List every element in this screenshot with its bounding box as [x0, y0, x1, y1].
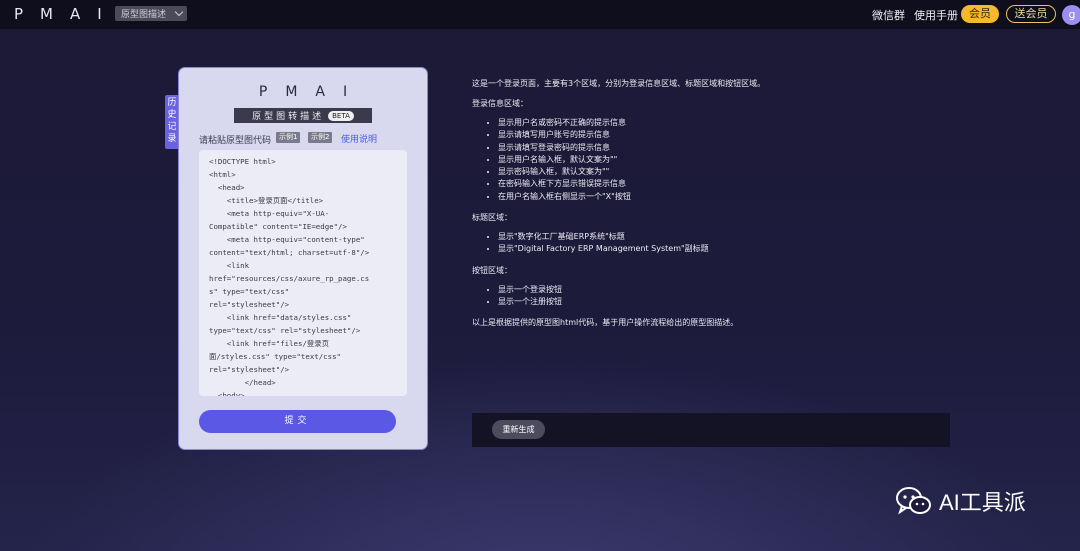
section1-list: 显示用户名或密码不正确的提示信息 显示请填写用户账号的提示信息 显示请填写登录密…: [472, 117, 992, 203]
mode-select-value: 原型图描述: [121, 10, 167, 20]
member-button[interactable]: 会员: [961, 5, 999, 23]
description-outro: 以上是根据提供的原型图html代码，基于用户操作流程给出的原型图描述。: [472, 318, 739, 328]
section-title: 标题区域：: [472, 213, 512, 223]
section3-list: 显示一个登录按钮 显示一个注册按钮: [472, 284, 992, 309]
help-link[interactable]: 使用说明: [341, 132, 377, 145]
description-intro: 这是一个登录页面，主要有3个区域，分别为登录信息区域、标题区域和按钮区域。: [472, 79, 766, 88]
history-tab[interactable]: 历史记录: [165, 95, 179, 149]
list-item: 显示一个登录按钮: [498, 284, 992, 296]
wechat-icon: [896, 487, 931, 515]
card-logo: PMAI: [258, 84, 366, 100]
list-item: 显示用户名输入框，默认文案为"": [498, 154, 992, 166]
section-title: 登录信息区域：: [472, 99, 528, 108]
submit-button[interactable]: 提交: [199, 410, 396, 433]
list-item: 显示请填写用户账号的提示信息: [498, 129, 992, 141]
list-item: 在密码输入框下方显示错误提示信息: [498, 178, 992, 190]
top-bar: PMAI 原型图描述 微信群 使用手册 会员 送会员 g: [0, 0, 1080, 29]
avatar[interactable]: g: [1062, 5, 1080, 25]
code-input[interactable]: <!DOCTYPE html> <html> <head> <title>登录页…: [199, 150, 407, 396]
card-subtitle-text: 原型图转描述: [252, 112, 325, 122]
example-2-button[interactable]: 示例2: [308, 132, 333, 143]
beta-badge: BETA: [328, 110, 354, 121]
description-output: 这是一个登录页面，主要有3个区域，分别为登录信息区域、标题区域和按钮区域。 登录…: [472, 78, 992, 328]
app-logo[interactable]: PMAI: [14, 5, 119, 23]
list-item: 显示密码输入框，默认文案为"": [498, 166, 992, 178]
section2-list: 显示"数字化工厂基础ERP系统"标题 显示"Digital Factory ER…: [472, 231, 992, 256]
input-card: PMAI 原型图转描述 BETA 请粘贴原型图代码 示例1 示例2 使用说明 <…: [179, 68, 427, 449]
gift-member-button[interactable]: 送会员: [1006, 5, 1056, 23]
list-item: 显示请填写登录密码的提示信息: [498, 142, 992, 154]
section-title: 按钮区域：: [472, 265, 512, 275]
watermark-text: AI工具派: [939, 490, 1026, 515]
example-1-button[interactable]: 示例1: [276, 132, 301, 143]
manual-link[interactable]: 使用手册: [914, 7, 958, 23]
regenerate-bar: 重新生成: [472, 413, 950, 447]
list-item: 显示"数字化工厂基础ERP系统"标题: [498, 231, 992, 243]
code-input-text: <!DOCTYPE html> <html> <head> <title>登录页…: [209, 157, 370, 396]
chevron-down-icon: [174, 7, 184, 17]
watermark: AI工具派: [895, 485, 1026, 517]
list-item: 显示一个注册按钮: [498, 296, 992, 308]
wechat-group-link[interactable]: 微信群: [872, 7, 905, 23]
regenerate-button[interactable]: 重新生成: [492, 420, 545, 439]
paste-label: 请粘贴原型图代码: [199, 136, 272, 146]
card-subtitle: 原型图转描述 BETA: [234, 108, 372, 123]
mode-select[interactable]: 原型图描述: [115, 6, 187, 21]
list-item: 显示用户名或密码不正确的提示信息: [498, 117, 992, 129]
list-item: 在用户名输入框右侧显示一个"X"按钮: [498, 191, 992, 203]
list-item: 显示"Digital Factory ERP Management System…: [498, 243, 992, 255]
